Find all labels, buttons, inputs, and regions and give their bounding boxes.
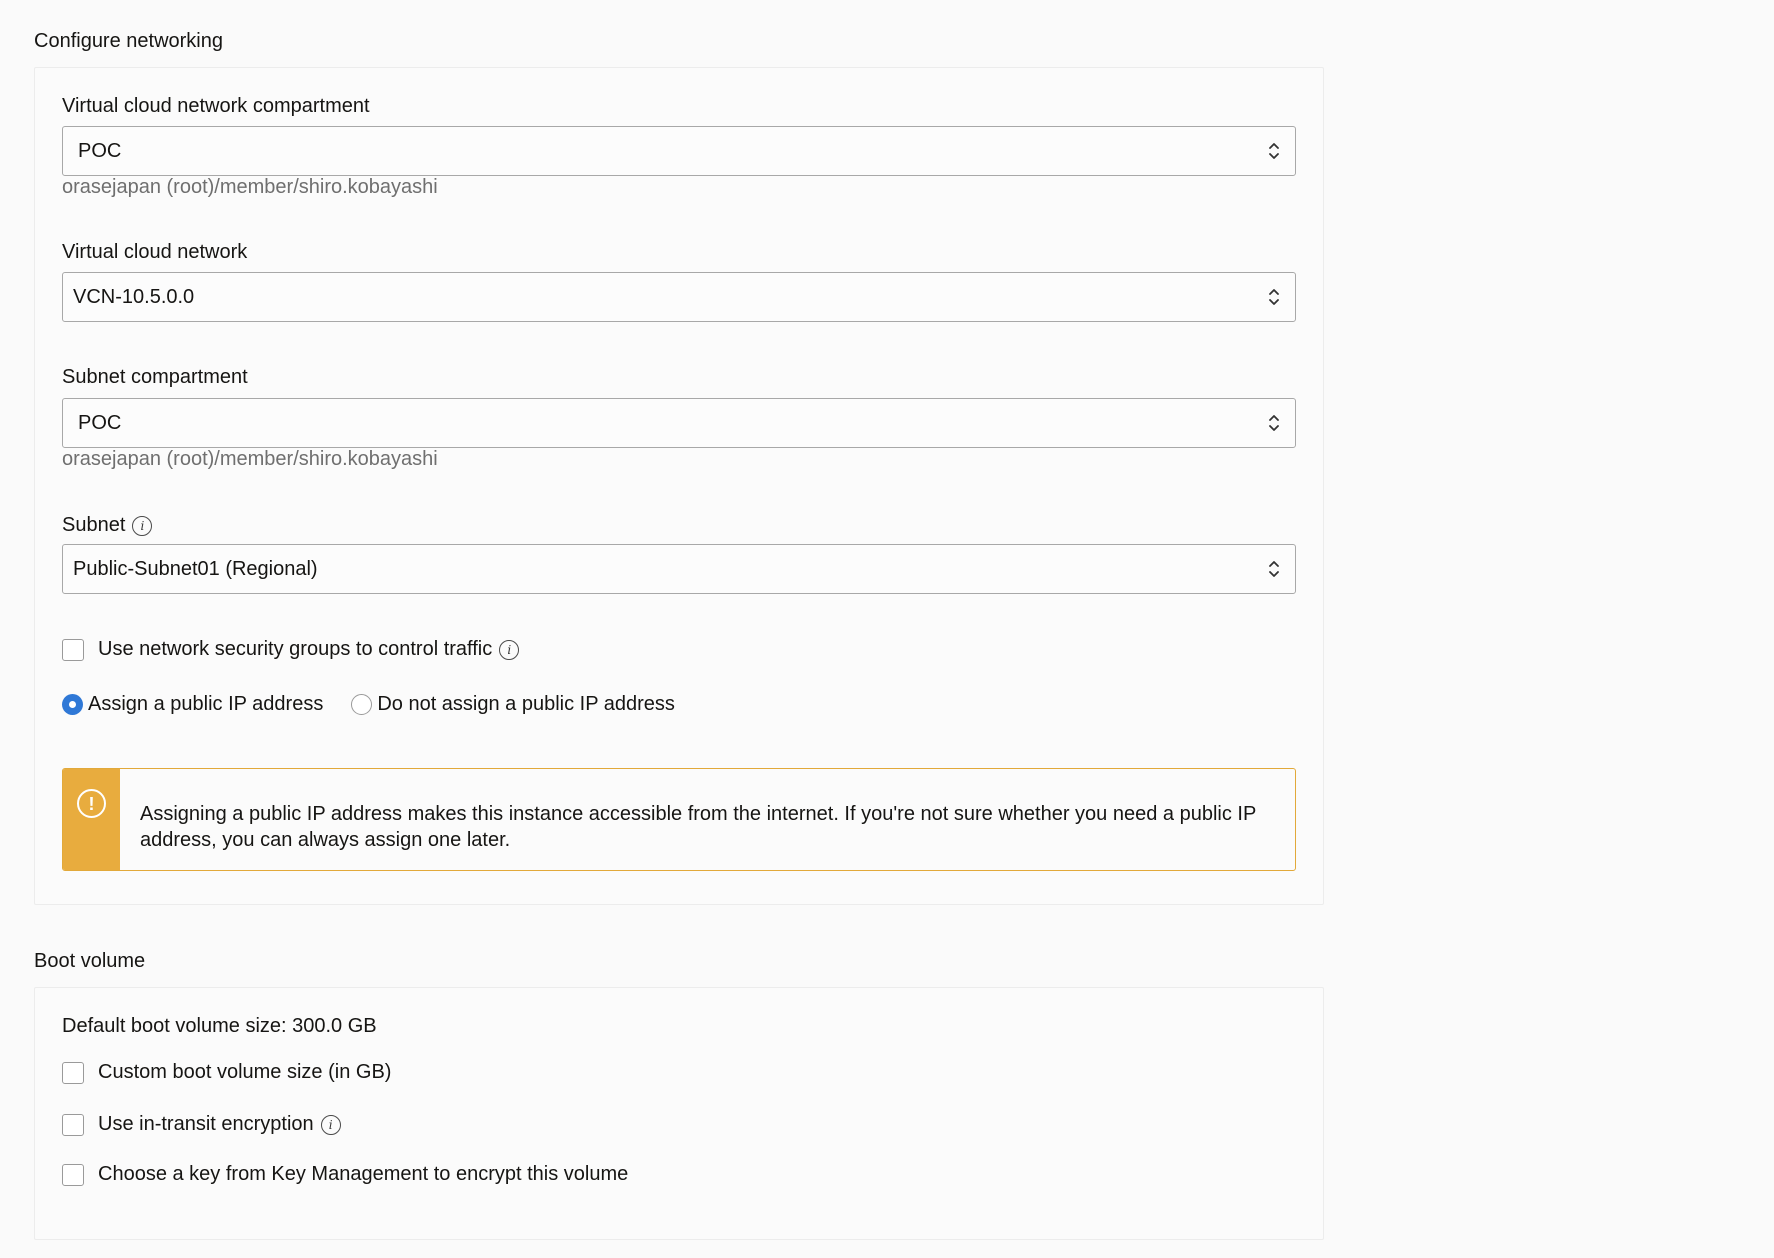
info-icon[interactable]: i xyxy=(499,639,520,660)
info-icon[interactable]: i xyxy=(320,1114,341,1135)
vcn-compartment-value: POC xyxy=(78,139,122,162)
subnet-compartment-select[interactable]: POC xyxy=(62,398,1296,448)
in-transit-encryption-label: Use in-transit encryption xyxy=(98,1113,314,1135)
subnet-value: Public-Subnet01 (Regional) xyxy=(73,557,318,580)
warning-stripe: ! xyxy=(63,769,120,870)
custom-boot-size-option: Custom boot volume size (in GB) xyxy=(62,1061,391,1084)
subnet-compartment-value: POC xyxy=(78,411,122,434)
boot-volume-section-title: Boot volume xyxy=(34,950,146,972)
select-chevron-icon xyxy=(1267,410,1281,436)
in-transit-encryption-option: Use in-transit encryption i xyxy=(62,1113,341,1136)
create-instance-page: Configure networking Virtual cloud netwo… xyxy=(0,0,1774,1258)
key-management-option: Choose a key from Key Management to encr… xyxy=(62,1163,628,1186)
subnet-label: Subnet i xyxy=(62,514,153,537)
vcn-compartment-label: Virtual cloud network compartment xyxy=(62,95,370,117)
in-transit-encryption-checkbox[interactable] xyxy=(62,1113,84,1136)
nsg-checkbox-label: Use network security groups to control t… xyxy=(98,638,493,660)
subnet-label-text: Subnet xyxy=(62,514,126,536)
info-icon[interactable]: i xyxy=(132,515,153,536)
default-boot-volume-size: Default boot volume size: 300.0 GB xyxy=(62,1015,377,1037)
warning-message: Assigning a public IP address makes this… xyxy=(140,803,1256,851)
subnet-select[interactable]: Public-Subnet01 (Regional) xyxy=(62,544,1296,594)
exclamation-circle-icon: ! xyxy=(77,789,106,818)
no-public-ip-option[interactable]: Do not assign a public IP address xyxy=(351,693,675,716)
no-public-ip-radio[interactable] xyxy=(351,694,373,715)
assign-public-ip-radio[interactable] xyxy=(62,694,83,715)
vcn-compartment-path: orasejapan (root)/member/shiro.kobayashi xyxy=(62,176,438,198)
key-management-label: Choose a key from Key Management to encr… xyxy=(98,1163,629,1185)
select-chevron-icon xyxy=(1267,284,1281,310)
key-management-checkbox[interactable] xyxy=(62,1163,84,1186)
vcn-value: VCN-10.5.0.0 xyxy=(73,285,195,308)
assign-public-ip-label: Assign a public IP address xyxy=(88,693,324,715)
nsg-option: Use network security groups to control t… xyxy=(62,638,520,661)
networking-section-title: Configure networking xyxy=(34,30,223,52)
public-ip-warning-banner: ! Assigning a public IP address makes th… xyxy=(62,768,1296,871)
custom-boot-size-checkbox[interactable] xyxy=(62,1061,84,1084)
subnet-compartment-label: Subnet compartment xyxy=(62,366,248,388)
vcn-select[interactable]: VCN-10.5.0.0 xyxy=(62,272,1296,322)
select-chevron-icon xyxy=(1267,138,1281,164)
no-public-ip-label: Do not assign a public IP address xyxy=(377,693,675,715)
vcn-label: Virtual cloud network xyxy=(62,241,248,263)
subnet-compartment-path: orasejapan (root)/member/shiro.kobayashi xyxy=(62,448,438,470)
select-chevron-icon xyxy=(1267,556,1281,582)
public-ip-radio-group: Assign a public IP address Do not assign… xyxy=(62,693,675,716)
nsg-checkbox[interactable] xyxy=(62,638,84,661)
assign-public-ip-option[interactable]: Assign a public IP address xyxy=(62,693,323,716)
custom-boot-size-label: Custom boot volume size (in GB) xyxy=(98,1061,392,1083)
vcn-compartment-select[interactable]: POC xyxy=(62,126,1296,176)
